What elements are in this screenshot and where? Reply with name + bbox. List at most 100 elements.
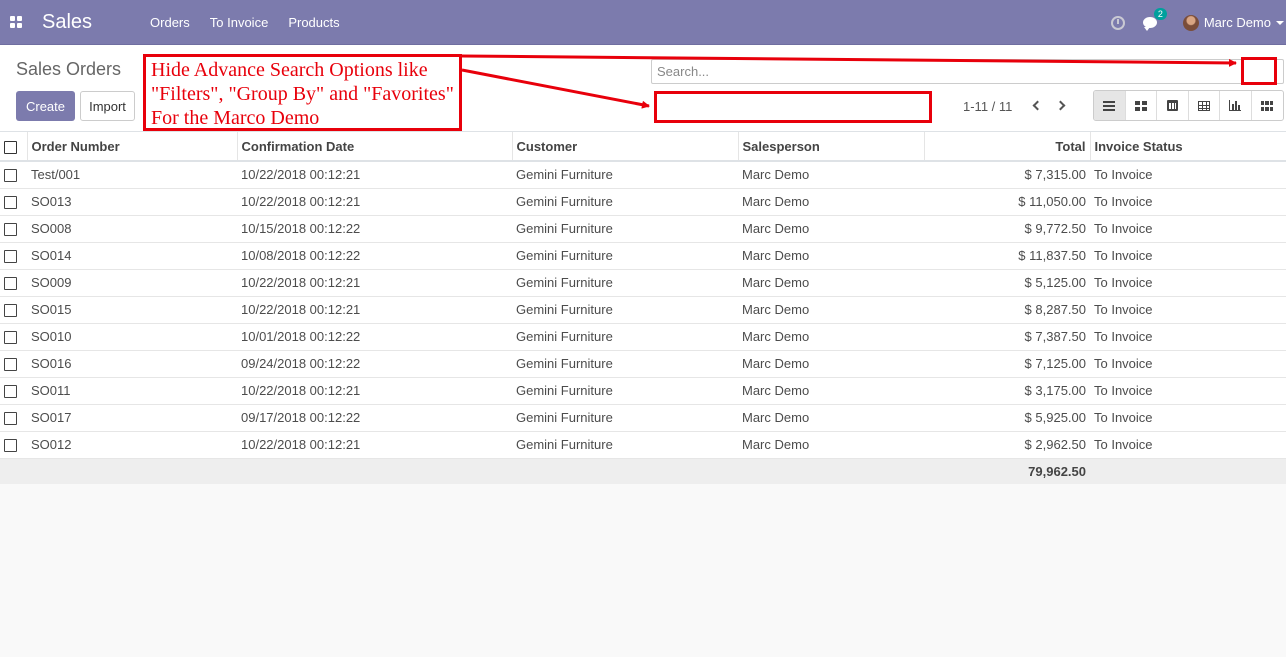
totals-row: 79,962.50 bbox=[0, 458, 1286, 484]
order-number-cell: SO010 bbox=[27, 323, 237, 351]
row-checkbox[interactable] bbox=[4, 304, 17, 318]
menu-to-invoice[interactable]: To Invoice bbox=[210, 15, 269, 30]
caret-down-icon[interactable] bbox=[1276, 20, 1284, 25]
apps-menu-icon[interactable] bbox=[10, 16, 22, 28]
grid-icon bbox=[1261, 100, 1274, 111]
chevron-left-icon bbox=[1032, 100, 1043, 111]
row-checkbox[interactable] bbox=[4, 196, 17, 210]
customer-cell: Gemini Furniture bbox=[512, 377, 738, 405]
search-box[interactable] bbox=[651, 59, 1284, 84]
messages-button[interactable]: 2 bbox=[1142, 8, 1167, 31]
row-checkbox[interactable] bbox=[4, 439, 17, 453]
table-row[interactable]: SO009 10/22/2018 00:12:21 Gemini Furniture… bbox=[0, 269, 1286, 297]
row-select-cell bbox=[0, 404, 27, 432]
total-cell: $ 11,050.00 bbox=[924, 188, 1090, 216]
row-checkbox[interactable] bbox=[4, 385, 17, 399]
user-name[interactable]: Marc Demo bbox=[1204, 15, 1271, 30]
row-checkbox[interactable] bbox=[4, 277, 17, 291]
total-cell: $ 3,175.00 bbox=[924, 377, 1090, 405]
kanban-view-button[interactable] bbox=[1126, 91, 1157, 120]
salesperson-cell: Marc Demo bbox=[738, 377, 924, 405]
confirmation-date-cell: 10/22/2018 00:12:21 bbox=[237, 431, 512, 459]
activity-clock-icon[interactable] bbox=[1110, 15, 1125, 30]
chat-icon bbox=[1142, 17, 1157, 31]
app-name[interactable]: Sales bbox=[42, 11, 92, 34]
invoice-status-cell: To Invoice bbox=[1090, 350, 1286, 378]
row-select-cell bbox=[0, 161, 27, 189]
table-row[interactable]: SO012 10/22/2018 00:12:21 Gemini Furniture… bbox=[0, 431, 1286, 459]
customer-cell: Gemini Furniture bbox=[512, 431, 738, 459]
invoice-status-cell: To Invoice bbox=[1090, 377, 1286, 405]
column-header-customer[interactable]: Customer bbox=[511, 132, 738, 162]
chevron-right-icon bbox=[1055, 100, 1066, 111]
menu-orders[interactable]: Orders bbox=[150, 15, 190, 30]
column-header-order-number[interactable]: Order Number bbox=[26, 132, 237, 162]
user-avatar[interactable] bbox=[1182, 14, 1199, 31]
import-button[interactable]: Import bbox=[80, 91, 135, 121]
confirmation-date-cell: 10/22/2018 00:12:21 bbox=[237, 161, 512, 189]
total-cell: $ 8,287.50 bbox=[924, 296, 1090, 324]
invoice-status-cell: To Invoice bbox=[1090, 269, 1286, 297]
table-row[interactable]: SO016 09/24/2018 00:12:22 Gemini Furniture… bbox=[0, 350, 1286, 378]
order-number-cell: SO008 bbox=[27, 215, 237, 243]
order-number-cell: SO009 bbox=[27, 269, 237, 297]
column-header-invoice-status[interactable]: Invoice Status bbox=[1089, 132, 1286, 162]
customer-cell: Gemini Furniture bbox=[512, 404, 738, 432]
table-row[interactable]: SO015 10/22/2018 00:12:21 Gemini Furniture… bbox=[0, 296, 1286, 324]
row-checkbox[interactable] bbox=[4, 358, 17, 372]
list-view: Order Number Confirmation Date Customer … bbox=[0, 132, 1286, 484]
row-select-cell bbox=[0, 377, 27, 405]
pivot-view-button[interactable] bbox=[1189, 91, 1220, 120]
customer-cell: Gemini Furniture bbox=[512, 350, 738, 378]
salesperson-cell: Marc Demo bbox=[738, 404, 924, 432]
menu-products[interactable]: Products bbox=[288, 15, 339, 30]
select-all-checkbox[interactable] bbox=[4, 140, 17, 154]
table-header-row: Order Number Confirmation Date Customer … bbox=[0, 132, 1286, 162]
row-select-cell bbox=[0, 296, 27, 324]
order-number-cell: SO017 bbox=[27, 404, 237, 432]
column-header-salesperson[interactable]: Salesperson bbox=[737, 132, 924, 162]
table-row[interactable]: SO013 10/22/2018 00:12:21 Gemini Furniture… bbox=[0, 188, 1286, 216]
calendar-view-button[interactable] bbox=[1157, 91, 1189, 120]
confirmation-date-cell: 10/22/2018 00:12:21 bbox=[237, 377, 512, 405]
graph-view-button[interactable] bbox=[1220, 91, 1252, 120]
table-row[interactable]: Test/001 10/22/2018 00:12:21 Gemini Furnit… bbox=[0, 161, 1286, 189]
row-checkbox[interactable] bbox=[4, 250, 17, 264]
pager-previous-button[interactable] bbox=[1028, 98, 1044, 114]
total-cell: $ 7,387.50 bbox=[924, 323, 1090, 351]
customer-cell: Gemini Furniture bbox=[512, 161, 738, 189]
annotation-line-1: Hide Advance Search Options like bbox=[151, 59, 428, 81]
order-number-cell: SO016 bbox=[27, 350, 237, 378]
search-input[interactable] bbox=[652, 60, 1283, 83]
column-header-confirmation-date[interactable]: Confirmation Date bbox=[236, 132, 512, 162]
row-checkbox[interactable] bbox=[4, 412, 17, 426]
table-row[interactable]: SO010 10/01/2018 00:12:22 Gemini Furniture… bbox=[0, 323, 1286, 351]
grid-view-button[interactable] bbox=[1252, 91, 1284, 120]
table-row[interactable]: SO011 10/22/2018 00:12:21 Gemini Furniture… bbox=[0, 377, 1286, 405]
row-checkbox[interactable] bbox=[4, 331, 17, 345]
view-switcher bbox=[1093, 90, 1284, 121]
customer-cell: Gemini Furniture bbox=[512, 269, 738, 297]
salesperson-cell: Marc Demo bbox=[738, 323, 924, 351]
invoice-status-cell: To Invoice bbox=[1090, 296, 1286, 324]
column-header-total[interactable]: Total bbox=[923, 132, 1090, 162]
row-select-cell bbox=[0, 323, 27, 351]
confirmation-date-cell: 10/15/2018 00:12:22 bbox=[237, 215, 512, 243]
list-view-button[interactable] bbox=[1094, 91, 1126, 120]
table-row[interactable]: SO014 10/08/2018 00:12:22 Gemini Furniture… bbox=[0, 242, 1286, 270]
invoice-status-cell: To Invoice bbox=[1090, 323, 1286, 351]
row-checkbox[interactable] bbox=[4, 169, 17, 183]
confirmation-date-cell: 10/22/2018 00:12:21 bbox=[237, 269, 512, 297]
invoice-status-cell: To Invoice bbox=[1090, 404, 1286, 432]
create-button[interactable]: Create bbox=[16, 91, 75, 121]
row-checkbox[interactable] bbox=[4, 223, 17, 237]
table-row[interactable]: SO008 10/15/2018 00:12:22 Gemini Furniture… bbox=[0, 215, 1286, 243]
total-cell: $ 7,315.00 bbox=[924, 161, 1090, 189]
table-row[interactable]: SO017 09/17/2018 00:12:22 Gemini Furniture… bbox=[0, 404, 1286, 432]
salesperson-cell: Marc Demo bbox=[738, 242, 924, 270]
pager-value[interactable]: 1-11 / 11 bbox=[963, 99, 1012, 114]
pager-next-button[interactable] bbox=[1054, 98, 1070, 114]
total-cell: $ 5,925.00 bbox=[924, 404, 1090, 432]
salesperson-cell: Marc Demo bbox=[738, 215, 924, 243]
order-number-cell: SO011 bbox=[27, 377, 237, 405]
